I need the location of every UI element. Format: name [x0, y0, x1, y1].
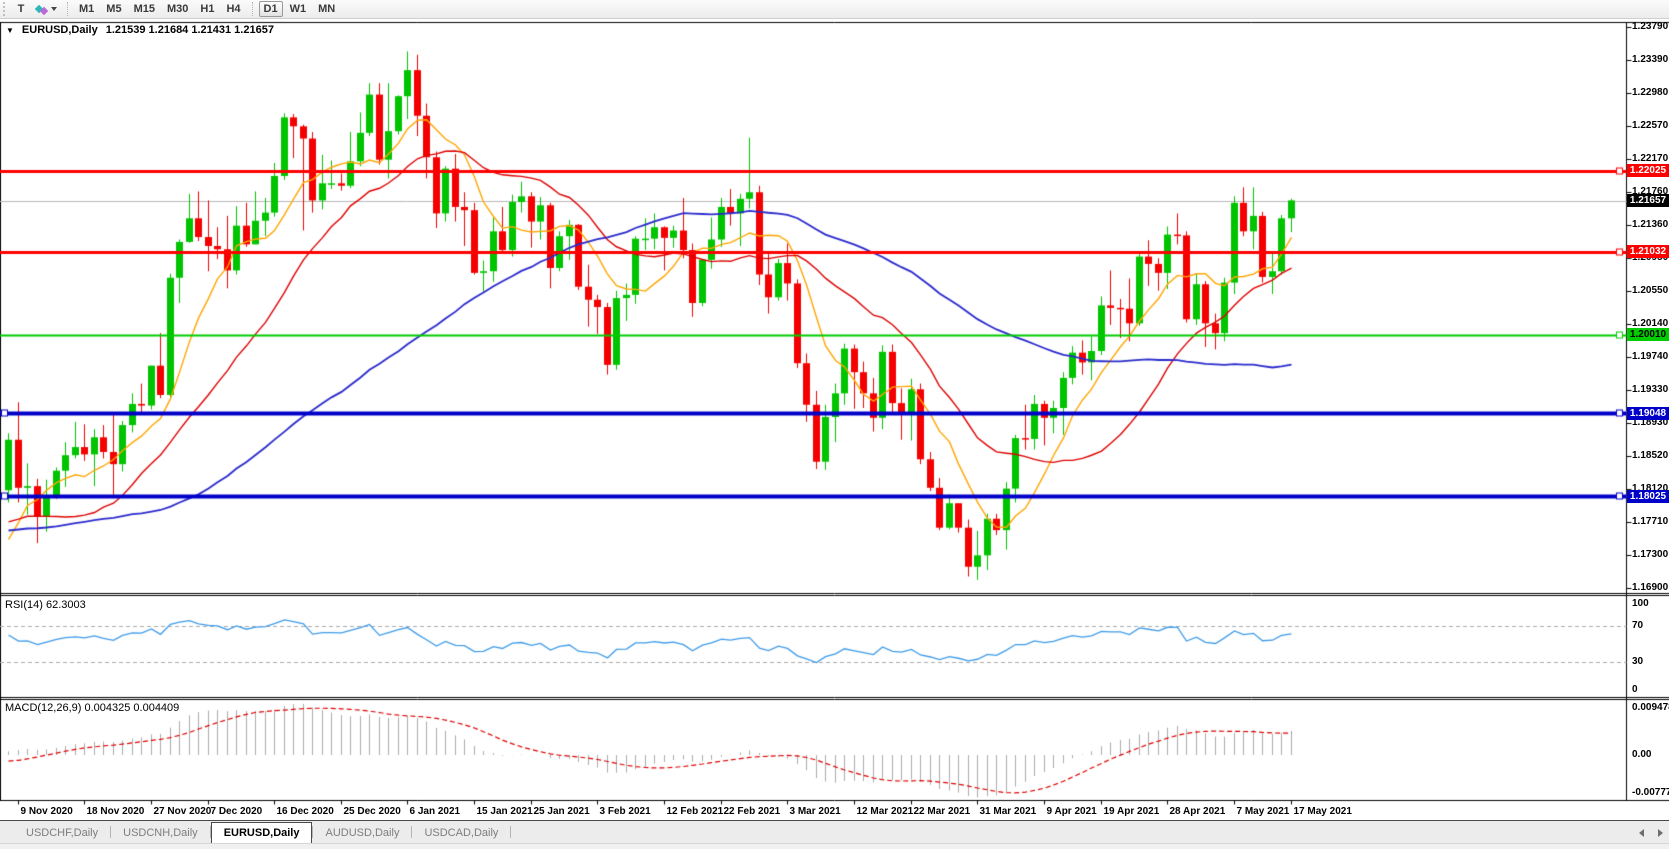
chart-tab-audusd[interactable]: AUDUSD,Daily	[313, 824, 411, 843]
toolbar-separator	[252, 2, 253, 16]
timeframe-button-mn[interactable]: MN	[313, 1, 340, 17]
price-tick-label: 1.22170	[1632, 153, 1668, 164]
price-tick-label: 1.22570	[1632, 120, 1668, 131]
date-tick-label: 12 Mar 2021	[857, 806, 914, 817]
toolbar-separator	[67, 2, 68, 16]
date-tick-label: 9 Apr 2021	[1047, 806, 1097, 817]
macd-scale-label: 0.00	[1632, 749, 1651, 760]
timeframe-button-m5[interactable]: M5	[101, 1, 126, 17]
hline-price-badge: 1.19048	[1627, 407, 1669, 420]
chart-title: ▼ EURUSD,Daily 1.21539 1.21684 1.21431 1…	[6, 24, 274, 36]
timeframe-button-h4[interactable]: H4	[221, 1, 245, 17]
timeframe-button-m1[interactable]: M1	[74, 1, 99, 17]
rsi-scale-label: 100	[1632, 598, 1649, 609]
chart-symbol-label: EURUSD,Daily	[22, 24, 98, 36]
chart-tab-usdchf[interactable]: USDCHF,Daily	[14, 824, 110, 843]
date-tick-label: 31 Mar 2021	[980, 806, 1037, 817]
price-tick-label: 1.21360	[1632, 219, 1668, 230]
current-price-badge: 1.21657	[1627, 194, 1669, 207]
timeframe-button-w1[interactable]: W1	[285, 1, 312, 17]
macd-indicator-label: MACD(12,26,9) 0.004325 0.004409	[5, 702, 179, 714]
toolbar-grip	[3, 2, 8, 16]
date-tick-label: 9 Nov 2020	[21, 806, 73, 817]
price-tick-label: 1.17300	[1632, 549, 1668, 560]
symbol-tab-strip: USDCHF,DailyUSDCNH,DailyEURUSD,DailyAUDU…	[0, 820, 1669, 843]
price-tick-label: 1.22980	[1632, 87, 1668, 98]
date-tick-label: 18 Nov 2020	[87, 806, 145, 817]
chart-canvas[interactable]	[0, 19, 1669, 820]
date-tick-label: 25 Dec 2020	[344, 806, 401, 817]
price-tick-label: 1.19330	[1632, 384, 1668, 395]
collapse-chart-icon[interactable]: ▼	[6, 26, 14, 35]
hline-price-badge: 1.22025	[1627, 164, 1669, 177]
top-toolbar: T M1M5M15M30H1H4 D1W1MN	[0, 0, 1669, 19]
text-tool-button[interactable]: T	[12, 1, 30, 17]
chart-tab-eurusd[interactable]: EURUSD,Daily	[211, 822, 313, 843]
hline-price-badge: 1.21032	[1627, 245, 1669, 258]
date-tick-label: 19 Apr 2021	[1104, 806, 1160, 817]
timeframe-button-group: M1M5M15M30H1H4 D1W1MN	[73, 1, 341, 17]
timeframe-button-d1[interactable]: D1	[259, 1, 283, 17]
macd-scale-label: 0.009478	[1632, 702, 1669, 713]
price-tick-label: 1.19740	[1632, 351, 1668, 362]
rsi-scale-label: 70	[1632, 620, 1643, 631]
tab-scroll-left-icon[interactable]	[1639, 829, 1644, 837]
date-tick-label: 16 Dec 2020	[277, 806, 334, 817]
date-tick-label: 17 May 2021	[1294, 806, 1352, 817]
date-tick-label: 12 Feb 2021	[667, 806, 724, 817]
timeframe-button-h1[interactable]: H1	[195, 1, 219, 17]
tab-divider	[510, 826, 511, 838]
date-tick-label: 3 Mar 2021	[790, 806, 841, 817]
price-tick-label: 1.18520	[1632, 450, 1668, 461]
date-tick-label: 28 Apr 2021	[1170, 806, 1226, 817]
date-tick-label: 22 Feb 2021	[724, 806, 781, 817]
styles-palette-button[interactable]	[32, 1, 61, 17]
price-tick-label: 1.17710	[1632, 516, 1668, 527]
chart-window: ▼ EURUSD,Daily 1.21539 1.21684 1.21431 1…	[0, 19, 1669, 820]
date-tick-label: 7 Dec 2020	[211, 806, 263, 817]
date-tick-label: 27 Nov 2020	[154, 806, 212, 817]
date-tick-label: 25 Jan 2021	[534, 806, 590, 817]
date-tick-label: 3 Feb 2021	[600, 806, 651, 817]
chart-ohlc-values: 1.21539 1.21684 1.21431 1.21657	[106, 24, 274, 36]
chart-tab-usdcnh[interactable]: USDCNH,Daily	[111, 824, 210, 843]
price-tick-label: 1.20550	[1632, 285, 1668, 296]
date-tick-label: 7 May 2021	[1237, 806, 1290, 817]
date-tick-label: 15 Jan 2021	[477, 806, 533, 817]
tab-scroll-right-icon[interactable]	[1658, 829, 1663, 837]
timeframe-button-m15[interactable]: M15	[129, 1, 160, 17]
price-tick-label: 1.23790	[1632, 21, 1668, 32]
rsi-scale-label: 0	[1632, 684, 1638, 695]
date-tick-label: 22 Mar 2021	[914, 806, 971, 817]
macd-scale-label: -0.007778	[1632, 787, 1669, 798]
date-tick-label: 6 Jan 2021	[410, 806, 461, 817]
hline-price-badge: 1.18025	[1627, 490, 1669, 503]
price-tick-label: 1.16900	[1632, 582, 1668, 593]
timeframe-button-m30[interactable]: M30	[162, 1, 193, 17]
rsi-scale-label: 30	[1632, 656, 1643, 667]
status-strip	[0, 843, 1669, 849]
rsi-indicator-label: RSI(14) 62.3003	[5, 599, 86, 611]
hline-price-badge: 1.20010	[1627, 328, 1669, 341]
tabs-holder: USDCHF,DailyUSDCNH,DailyEURUSD,DailyAUDU…	[14, 824, 511, 843]
chevron-down-icon	[51, 7, 57, 11]
price-tick-label: 1.23390	[1632, 54, 1668, 65]
chart-tab-usdcad[interactable]: USDCAD,Daily	[412, 824, 510, 843]
palette-diamond-icon	[40, 7, 48, 15]
